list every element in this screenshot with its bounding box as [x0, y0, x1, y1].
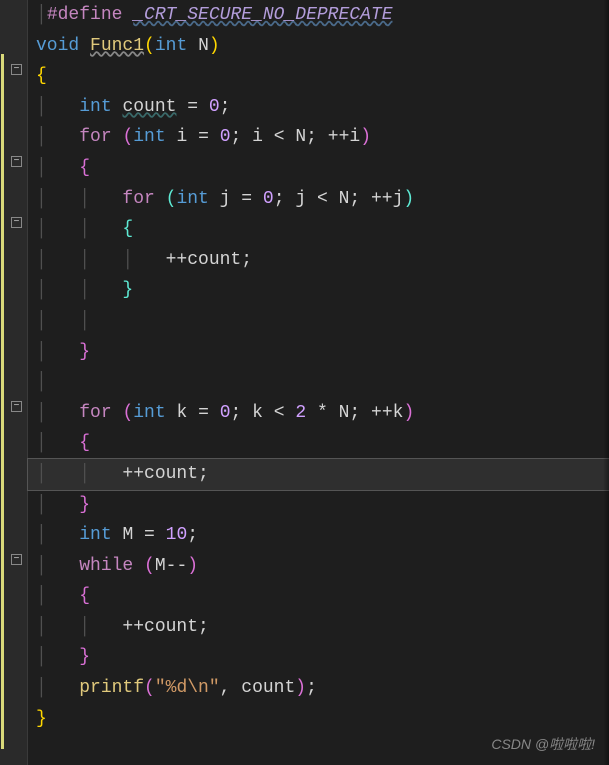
code-line: │ │ for (int j = 0; j < N; ++j) [36, 184, 609, 215]
fold-toggle[interactable]: − [11, 554, 22, 565]
code-line: │ { [36, 581, 609, 612]
fold-toggle[interactable]: − [11, 64, 22, 75]
code-line: │ int M = 10; [36, 520, 609, 551]
code-line: { [36, 61, 609, 92]
code-area[interactable]: │#define _CRT_SECURE_NO_DEPRECATE void F… [28, 0, 609, 734]
code-line: │ } [36, 490, 609, 521]
code-line-highlighted: │ │ ++count; [28, 459, 609, 490]
watermark: CSDN @啦啦啦! [491, 733, 595, 757]
fold-toggle[interactable]: − [11, 156, 22, 167]
code-line: │ │ [36, 306, 609, 337]
code-line: │ printf("%d\n", count); [36, 673, 609, 704]
code-line: │#define _CRT_SECURE_NO_DEPRECATE [36, 0, 609, 31]
code-line: │ for (int i = 0; i < N; ++i) [36, 122, 609, 153]
code-line: │ } [36, 642, 609, 673]
gutter [0, 0, 28, 765]
code-line: │ │ { [36, 214, 609, 245]
code-line: } [36, 704, 609, 735]
code-line: │ │ ++count; [36, 612, 609, 643]
change-stripe [1, 54, 4, 749]
right-shadow [603, 0, 609, 765]
code-line: │ } [36, 337, 609, 368]
code-line: │ for (int k = 0; k < 2 * N; ++k) [36, 398, 609, 429]
code-line: void Func1(int N) [36, 31, 609, 62]
fold-toggle[interactable]: − [11, 217, 22, 228]
code-line: │ while (M--) [36, 551, 609, 582]
code-line: │ int count = 0; [36, 92, 609, 123]
code-line: │ │ │ ++count; [36, 245, 609, 276]
code-line: │ { [36, 153, 609, 184]
fold-toggle[interactable]: − [11, 401, 22, 412]
code-line: │ [36, 367, 609, 398]
code-line: │ │ } [36, 275, 609, 306]
code-line: │ { [36, 428, 609, 459]
